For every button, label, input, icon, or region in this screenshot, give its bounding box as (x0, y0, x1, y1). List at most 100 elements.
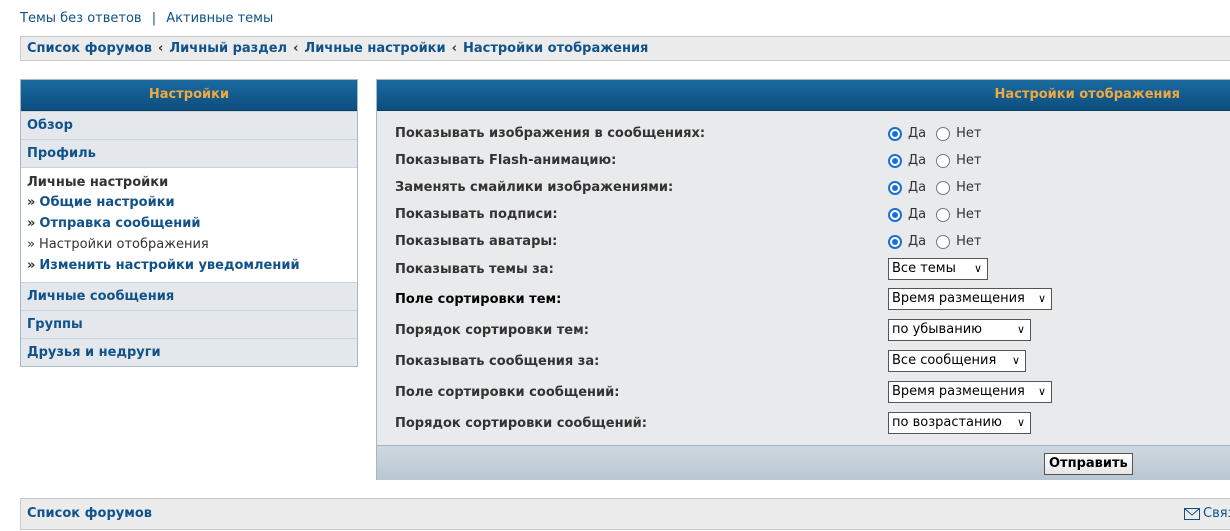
radio-no-label: Нет (956, 207, 982, 222)
radio-no[interactable] (936, 127, 951, 141)
setting-row: Поле сортировки сообщений: Время размещен… (395, 381, 1215, 405)
radio-no[interactable] (936, 235, 951, 249)
setting-row: Заменять смайлики изображениями: Да Нет (395, 176, 1215, 200)
chevron-down-icon: ∨ (1037, 385, 1046, 398)
settings-sidebar: Настройки Обзор Профиль Личные настройки… (20, 79, 358, 367)
breadcrumb-separator: ‹ (158, 41, 164, 56)
setting-label: Порядок сортировки тем: (395, 323, 589, 338)
sidebar-subitem-notifications[interactable]: » Изменить настройки уведомлений (27, 255, 351, 276)
sidebar-item-groups[interactable]: Группы (21, 310, 357, 338)
active-topics-link[interactable]: Активные темы (166, 11, 273, 26)
unanswered-topics-link[interactable]: Темы без ответов (20, 11, 142, 26)
chevron-down-icon: ∨ (1037, 292, 1046, 305)
setting-label: Показывать аватары: (395, 234, 558, 249)
setting-row: Порядок сортировки тем: по убыванию ∨ (395, 319, 1215, 343)
sidebar-item-private-messages[interactable]: Личные сообщения (21, 282, 357, 310)
radio-yes[interactable] (888, 154, 902, 168)
breadcrumb-display-settings[interactable]: Настройки отображения (463, 41, 648, 56)
sidebar-subitem-label[interactable]: Изменить настройки уведомлений (39, 258, 299, 273)
select-value: по возрастанию (892, 415, 1002, 430)
setting-label: Поле сортировки тем: (395, 292, 562, 307)
setting-row: Поле сортировки тем: Время размещения ∨ (395, 288, 1215, 312)
radio-no-label: Нет (956, 126, 982, 141)
sidebar-title: Настройки (21, 80, 357, 111)
radio-yes[interactable] (888, 235, 902, 249)
setting-row: Показывать темы за: Все темы ∨ (395, 258, 1215, 282)
setting-row: Показывать Flash-анимацию: Да Нет (395, 149, 1215, 173)
setting-select-wrap: по убыванию ∨ (888, 319, 1031, 341)
raquo-icon: » (27, 258, 36, 273)
radio-yes[interactable] (888, 127, 902, 141)
sidebar-group-personal-settings: Личные настройки » Общие настройки » Отпра… (21, 167, 357, 282)
raquo-icon: » (27, 195, 36, 210)
radio-no-label: Нет (956, 180, 982, 195)
setting-select-wrap: Время размещения ∨ (888, 381, 1052, 403)
setting-row: Показывать сообщения за: Все сообщения ∨ (395, 350, 1215, 374)
mail-icon (1184, 507, 1200, 520)
radio-no[interactable] (936, 154, 951, 168)
contact-label[interactable]: Связ (1203, 506, 1230, 521)
sidebar-subitem-general[interactable]: » Общие настройки (27, 192, 351, 213)
breadcrumb-forum-index[interactable]: Список форумов (27, 41, 152, 56)
top-links: Темы без ответов | Активные темы (20, 11, 273, 26)
select-value: Время размещения (892, 291, 1025, 306)
radio-no[interactable] (936, 208, 951, 222)
chevron-down-icon: ∨ (1011, 354, 1020, 367)
setting-select-wrap: по возрастанию ∨ (888, 412, 1031, 434)
setting-select[interactable]: по возрастанию ∨ (888, 412, 1031, 434)
yes-no-radio-group: Да Нет (888, 176, 991, 200)
radio-yes[interactable] (888, 208, 902, 222)
setting-label: Показывать подписи: (395, 207, 558, 222)
breadcrumb-separator: ‹ (451, 41, 457, 56)
setting-label: Поле сортировки сообщений: (395, 385, 620, 400)
sidebar-subitem-posting[interactable]: » Отправка сообщений (27, 213, 351, 234)
setting-select[interactable]: Все темы ∨ (888, 258, 988, 280)
chevron-down-icon: ∨ (1016, 416, 1025, 429)
sidebar-subitem-label[interactable]: Отправка сообщений (39, 216, 200, 231)
breadcrumb-personal-settings[interactable]: Личные настройки (304, 41, 445, 56)
sidebar-item-friends[interactable]: Друзья и недруги (21, 338, 357, 366)
sidebar-item-overview[interactable]: Обзор (21, 111, 357, 139)
panel-title: Настройки отображения (377, 80, 1230, 111)
setting-row: Показывать изображения в сообщениях: Да Не… (395, 122, 1215, 146)
breadcrumb-separator: ‹ (293, 41, 299, 56)
setting-select-wrap: Все темы ∨ (888, 258, 988, 280)
setting-row: Порядок сортировки сообщений: по возраста… (395, 412, 1215, 436)
setting-select[interactable]: Время размещения ∨ (888, 381, 1052, 403)
radio-yes-label: Да (908, 234, 927, 249)
setting-select[interactable]: по убыванию ∨ (888, 319, 1031, 341)
setting-label: Показывать изображения в сообщениях: (395, 126, 706, 141)
select-value: Время размещения (892, 384, 1025, 399)
display-settings-panel: Настройки отображения Показывать изображ… (376, 79, 1230, 480)
breadcrumb-user-cp[interactable]: Личный раздел (169, 41, 287, 56)
select-value: Все сообщения (892, 353, 997, 368)
breadcrumb: Список форумов ‹ Личный раздел ‹ Личные наст… (20, 36, 1230, 61)
form-footer: Отправить (377, 445, 1230, 480)
yes-no-radio-group: Да Нет (888, 149, 991, 173)
submit-button[interactable]: Отправить (1044, 453, 1133, 475)
sidebar-subitem-display: » Настройки отображения (27, 234, 351, 255)
setting-select-wrap: Время размещения ∨ (888, 288, 1052, 310)
sidebar-subitem-label: Настройки отображения (38, 237, 209, 252)
setting-select[interactable]: Время размещения ∨ (888, 288, 1052, 310)
raquo-icon: » (27, 216, 36, 231)
contact-link[interactable]: Связ (1184, 499, 1230, 529)
sidebar-subitem-label[interactable]: Общие настройки (39, 195, 174, 210)
setting-label: Заменять смайлики изображениями: (395, 180, 674, 195)
chevron-down-icon: ∨ (1016, 323, 1025, 336)
radio-yes[interactable] (888, 181, 902, 195)
raquo-icon: » (27, 237, 35, 252)
select-value: Все темы (892, 261, 956, 276)
yes-no-radio-group: Да Нет (888, 122, 991, 146)
select-value: по убыванию (892, 322, 983, 337)
setting-select[interactable]: Все сообщения ∨ (888, 350, 1026, 372)
footer-forum-index[interactable]: Список форумов (27, 506, 152, 521)
yes-no-radio-group: Да Нет (888, 203, 991, 227)
setting-select-wrap: Все сообщения ∨ (888, 350, 1026, 372)
radio-no[interactable] (936, 181, 951, 195)
sidebar-group-title: Личные настройки (27, 175, 169, 190)
top-links-separator: | (151, 11, 157, 26)
setting-label: Порядок сортировки сообщений: (395, 416, 647, 431)
sidebar-item-profile[interactable]: Профиль (21, 139, 357, 167)
radio-yes-label: Да (908, 207, 927, 222)
